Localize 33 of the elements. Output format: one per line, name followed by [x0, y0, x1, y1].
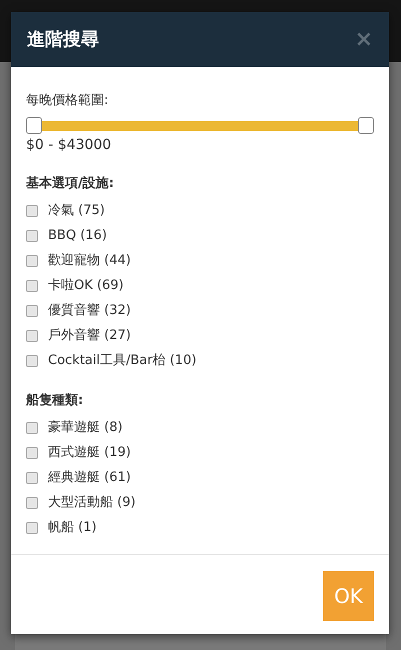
- option-label: 帆船 (1): [48, 519, 97, 538]
- checkbox[interactable]: [26, 354, 38, 366]
- price-range-label: 每晚價格範圍:: [26, 92, 110, 110]
- option-label: Cocktail工具/Bar枱 (10): [48, 352, 196, 370]
- checkbox[interactable]: [26, 497, 38, 509]
- option-label: BBQ (16): [48, 226, 107, 245]
- option-label: 經典遊艇 (61): [48, 469, 131, 488]
- option-label: 歡迎寵物 (44): [48, 252, 131, 270]
- checkbox[interactable]: [26, 447, 38, 459]
- option-label: 戶外音響 (27): [48, 326, 131, 345]
- modal-title: 進階搜尋: [27, 28, 99, 52]
- checkbox[interactable]: [26, 330, 38, 342]
- option-label: 冷氣 (75): [48, 202, 105, 220]
- ok-button[interactable]: OK: [323, 571, 374, 621]
- checkbox[interactable]: [26, 422, 38, 434]
- checkbox[interactable]: [26, 472, 38, 484]
- section-heading: 基本選項/設施:: [26, 174, 115, 192]
- checkbox[interactable]: [26, 204, 38, 216]
- price-range-value: $0 - $43000: [26, 136, 112, 154]
- checkbox[interactable]: [26, 304, 38, 316]
- option-label: 優質音響 (32): [48, 302, 131, 320]
- section-heading: 船隻種類:: [26, 392, 84, 410]
- slider-handle[interactable]: [26, 116, 42, 134]
- option-label: 豪華遊艇 (8): [48, 419, 123, 438]
- checkbox[interactable]: [26, 254, 38, 266]
- checkbox[interactable]: [26, 280, 38, 292]
- option-label: 卡啦OK (69): [48, 276, 124, 295]
- option-label: 西式遊艇 (19): [48, 444, 131, 462]
- checkbox[interactable]: [26, 522, 38, 534]
- checkbox[interactable]: [26, 230, 38, 242]
- close-button[interactable]: ×: [354, 28, 373, 50]
- option-label: 大型活動船 (9): [48, 494, 136, 512]
- slider-handle[interactable]: [358, 116, 374, 134]
